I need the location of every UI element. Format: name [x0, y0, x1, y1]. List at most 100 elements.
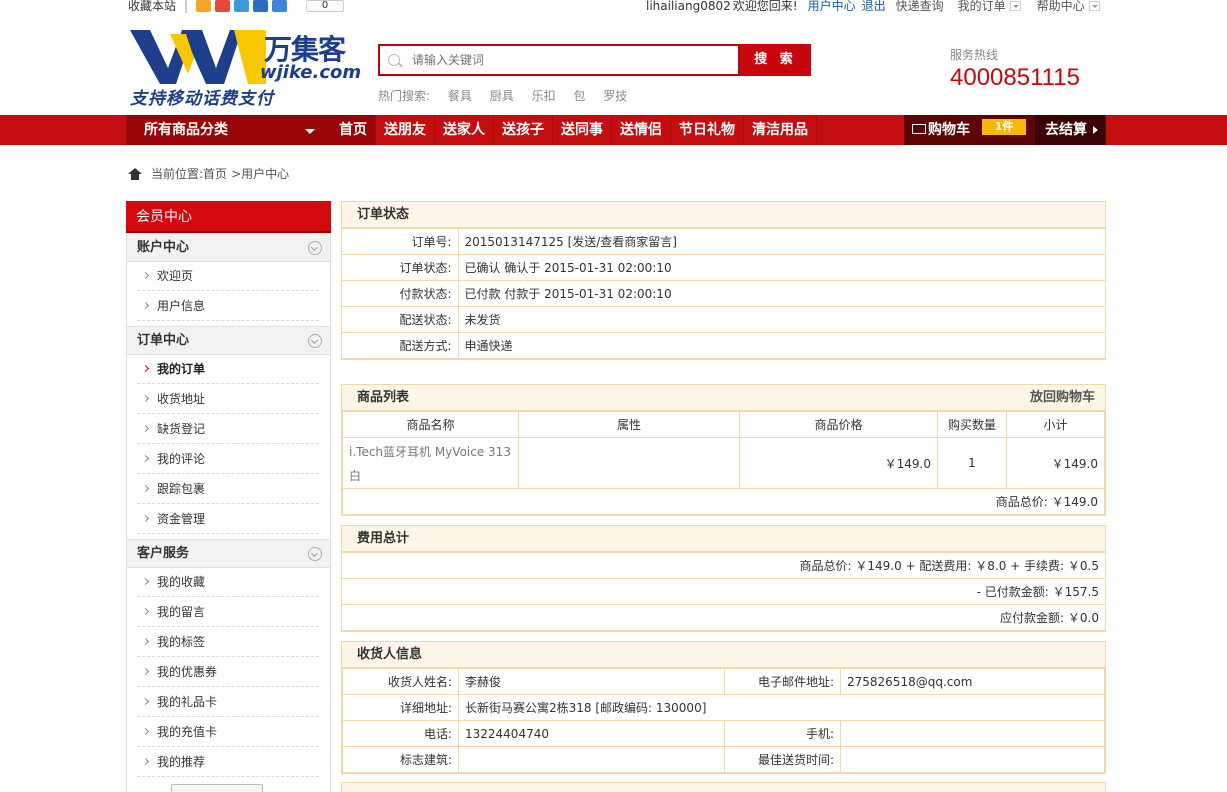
sidebar-title: 会员中心: [126, 201, 331, 233]
receiver-name-label: 收货人姓名:: [342, 668, 459, 695]
sidebar-item-recharge-cards[interactable]: 我的充值卡: [137, 717, 319, 747]
tqq-share-icon[interactable]: [234, 0, 249, 12]
search-icon: [388, 54, 400, 66]
nav-item[interactable]: 送情侣: [612, 115, 671, 145]
sidebar-item-coupons[interactable]: 我的优惠券: [137, 657, 319, 687]
sidebar-item-user-info[interactable]: 用户信息: [137, 291, 319, 321]
order-number-value[interactable]: 2015013147125 [发送/查看商家留言]: [458, 228, 1105, 255]
home-icon: [128, 167, 142, 180]
receiver-address: 长新街马赛公寓2栋318 [邮政编码: 130000]: [458, 694, 1105, 721]
goods-qty: 1: [937, 437, 1007, 489]
sidebar-item-funds[interactable]: 资金管理: [137, 504, 319, 534]
fee-paid: - 已付款金额: ￥157.5: [342, 578, 1105, 605]
back-to-cart-link[interactable]: 放回购物车: [1030, 385, 1095, 411]
search-button[interactable]: 搜 索: [740, 44, 811, 76]
fee-due: 应付款金额: ￥0.0: [342, 604, 1105, 631]
order-state-label: 订单状态:: [342, 254, 459, 281]
hot-term[interactable]: 乐扣: [532, 89, 556, 103]
cart-button[interactable]: 购物车 1件: [904, 115, 1035, 145]
sidebar-item-my-orders[interactable]: 我的订单: [137, 354, 319, 384]
sidebar-group-label: 订单中心: [137, 333, 190, 348]
collapse-icon[interactable]: [308, 241, 322, 255]
hot-term[interactable]: 厨具: [490, 89, 514, 103]
sidebar-item-addresses[interactable]: 收货地址: [137, 384, 319, 414]
goods-attr: [518, 437, 740, 489]
receiver-phone-label: 电话:: [342, 720, 459, 747]
logout-link[interactable]: 退出: [862, 0, 886, 12]
hot-term[interactable]: 罗技: [603, 89, 627, 103]
receiver-best-time-label: 最佳送货时间:: [724, 746, 841, 773]
hot-term[interactable]: 包: [573, 89, 585, 103]
sidebar-item-gift-cards[interactable]: 我的礼品卡: [137, 687, 319, 717]
user-center-link[interactable]: 用户中心: [808, 0, 856, 12]
goods-title: 商品列表 放回购物车: [342, 385, 1105, 411]
qzone-share-icon[interactable]: [196, 0, 211, 12]
search-bar: 搜 索: [378, 44, 811, 76]
welcome-text: 欢迎您回来!: [732, 0, 798, 13]
nav-item[interactable]: 送孩子: [494, 115, 553, 145]
table-row: - 已付款金额: ￥157.5: [342, 578, 1105, 605]
sidebar-group-label: 账户中心: [137, 240, 190, 255]
all-categories-label: 所有商品分类: [144, 122, 228, 138]
collapse-icon[interactable]: [308, 334, 322, 348]
site-logo[interactable]: 万集客 wjike.com 支持移动话费支付: [130, 28, 361, 109]
help-center-dropdown-icon[interactable]: [1088, 1, 1100, 11]
sidebar-item-track-package[interactable]: 跟踪包裹: [137, 474, 319, 504]
hot-term[interactable]: 餐具: [448, 89, 472, 103]
sidebar-group-service[interactable]: 客户服务: [127, 539, 330, 568]
nav-item[interactable]: 节日礼物: [671, 115, 744, 145]
nav-item-home[interactable]: 首页: [331, 115, 376, 145]
sidebar-item-my-reviews[interactable]: 我的评论: [137, 444, 319, 474]
help-center-menu[interactable]: 帮助中心: [1037, 0, 1085, 12]
breadcrumb: 当前位置: 首页 >用户中心: [128, 165, 289, 182]
sidebar-bottom-button[interactable]: [171, 784, 263, 792]
sidebar-group-orders[interactable]: 订单中心: [127, 326, 330, 355]
my-orders-dropdown-icon[interactable]: [1009, 1, 1021, 11]
collapse-icon[interactable]: [308, 547, 322, 561]
next-panel: [341, 782, 1106, 792]
cart-label: 购物车: [928, 122, 970, 138]
shipping-method-label: 配送方式:: [342, 332, 459, 359]
receiver-table: 收货人姓名: 李赫俊 电子邮件地址: 275826518@qq.com 详细地址…: [342, 668, 1105, 773]
receiver-address-label: 详细地址:: [342, 694, 459, 721]
more-share-icon[interactable]: [272, 0, 287, 12]
breadcrumb-home-link[interactable]: 首页: [203, 165, 227, 182]
all-categories-menu[interactable]: 所有商品分类: [126, 115, 331, 145]
top-bar: 收藏本站 | 0 lihailiang0802 欢迎您回来! 用户中心 退出 快…: [0, 0, 1227, 14]
renren-share-icon[interactable]: [253, 0, 268, 12]
search-input[interactable]: [412, 50, 732, 70]
favorite-link[interactable]: 收藏本站: [128, 0, 176, 12]
sidebar-item-out-of-stock[interactable]: 缺货登记: [137, 414, 319, 444]
hotline-label: 服务热线: [950, 48, 999, 62]
goods-name-link[interactable]: i.Tech蓝牙耳机 MyVoice 313 白: [342, 437, 519, 489]
table-row: 标志建筑: 最佳送货时间:: [342, 746, 1105, 773]
fees-panel: 费用总计 商品总价: ￥149.0 + 配送费用: ￥8.0 + 手续费: ￥0…: [341, 525, 1106, 632]
checkout-button[interactable]: 去结算: [1035, 115, 1106, 145]
hot-search: 热门搜索: 餐具 厨具 乐扣 包 罗技: [378, 87, 641, 104]
weibo-share-icon[interactable]: [215, 0, 230, 12]
nav-item[interactable]: 送同事: [553, 115, 612, 145]
sidebar-item-tags[interactable]: 我的标签: [137, 627, 319, 657]
quick-query-link[interactable]: 快递查询: [896, 0, 944, 12]
receiver-title: 收货人信息: [342, 642, 1105, 668]
sidebar-group-label: 客户服务: [137, 546, 190, 561]
receiver-landmark-label: 标志建筑:: [342, 746, 459, 773]
goods-total: 商品总价: ￥149.0: [342, 488, 1105, 515]
cart-count-badge: 1件: [982, 119, 1026, 135]
sidebar-item-messages[interactable]: 我的留言: [137, 597, 319, 627]
table-row: 配送方式: 申通快递: [342, 332, 1105, 359]
sidebar-item-referrals[interactable]: 我的推荐: [137, 747, 319, 777]
receiver-email: 275826518@qq.com: [840, 668, 1105, 695]
sidebar-item-welcome[interactable]: 欢迎页: [137, 261, 319, 291]
table-row: i.Tech蓝牙耳机 MyVoice 313 白 ￥149.0 1 ￥149.0: [342, 437, 1105, 489]
sidebar-item-favorites[interactable]: 我的收藏: [137, 567, 319, 597]
username: lihailiang0802: [646, 0, 731, 13]
table-row: 应付款金额: ￥0.0: [342, 604, 1105, 631]
sidebar-group-account[interactable]: 账户中心: [127, 233, 330, 262]
nav-item[interactable]: 清洁用品: [744, 115, 817, 145]
order-status-title: 订单状态: [342, 202, 1105, 228]
my-orders-menu[interactable]: 我的订单: [958, 0, 1006, 12]
nav-item[interactable]: 送朋友: [376, 115, 435, 145]
hot-search-label: 热门搜索:: [378, 89, 431, 103]
nav-item[interactable]: 送家人: [435, 115, 494, 145]
